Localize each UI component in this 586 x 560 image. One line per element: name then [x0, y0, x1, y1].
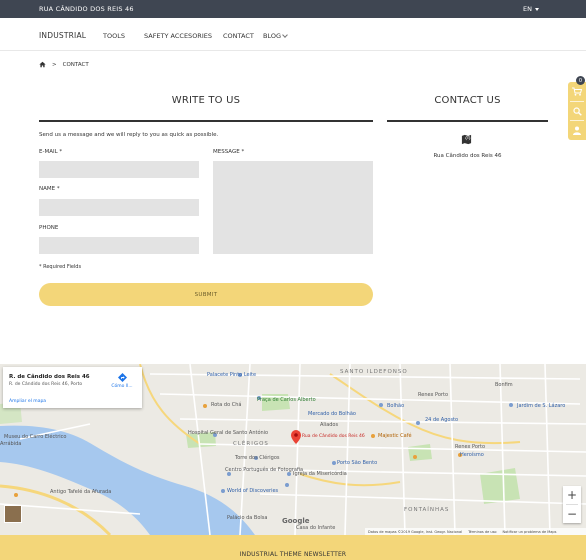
cart-button[interactable] [568, 82, 586, 101]
name-field[interactable] [39, 199, 199, 216]
map-label: Museu do Carro Eléctrico [4, 434, 67, 440]
map-label: Centro Português de Fotografia [225, 467, 304, 473]
map-label: FONTAÍNHAS [404, 507, 450, 513]
divider [387, 120, 548, 122]
name-label: NAME * [39, 186, 60, 192]
map-label: Bolhão [387, 403, 405, 409]
map-label: 24 de Agosto [425, 417, 459, 423]
enlarge-map-link[interactable]: Ampliar el mapa [9, 399, 46, 404]
contact-address: Rua Cândido dos Reis 46 [433, 153, 502, 159]
map-data-credit: Datos de mapas ©2019 Google, Inst. Geogr… [368, 529, 463, 534]
map-attribution: Datos de mapas ©2019 Google, Inst. Geogr… [365, 528, 586, 535]
map-card-subtitle: R. de Cândido dos Reis 46, Porto [9, 382, 83, 387]
map-label: Praça de Carlos Alberto [257, 397, 316, 403]
map-label: Palácio da Bolsa [227, 515, 268, 521]
divider [39, 120, 373, 122]
map-label: Igreja da Misericórdia [293, 471, 347, 477]
side-toolbar [568, 82, 586, 140]
map-label: Rota do Chá [211, 402, 242, 408]
email-label: E-MAIL * [39, 149, 63, 155]
map-label: Renex Porto [455, 444, 486, 450]
map-label: Porto São Bento [337, 460, 378, 466]
chevron-down-icon [282, 32, 288, 38]
map-info-card: R. de Cândido dos Reis 46 R. de Cândido … [3, 367, 142, 408]
submit-button[interactable]: SUBMIT [39, 283, 373, 306]
caret-down-icon [535, 7, 539, 11]
cart-count-badge: 0 [576, 76, 585, 85]
breadcrumb-separator: > [52, 61, 57, 68]
map-label: Majestic Café [378, 433, 412, 439]
form-intro: Send us a message and we will reply to y… [39, 132, 219, 138]
search-icon [572, 107, 582, 116]
home-icon[interactable] [39, 61, 46, 68]
nav-item-blog-label: BLOG [263, 32, 282, 40]
cart-icon [572, 87, 582, 96]
map-label: World of Discoveries [227, 488, 279, 494]
directions-icon [117, 373, 127, 382]
map-label: Hospital Geral de Santo António [188, 430, 269, 436]
zoom-controls: + − [563, 486, 581, 523]
terms-link[interactable]: Términos de uso [468, 530, 496, 534]
newsletter-title: INDUSTRIAL THEME NEWSLETTER [0, 535, 586, 560]
zoom-out-button[interactable]: − [563, 505, 581, 523]
map-label: Arrábida [0, 441, 22, 447]
breadcrumb: > CONTACT [39, 61, 89, 68]
search-button[interactable] [568, 102, 586, 121]
map-label: Heroísmo [460, 452, 484, 458]
site-logo[interactable]: INDUSTRIAL [39, 31, 86, 40]
map-label: SANTO ILDEFONSO [340, 369, 408, 375]
contact-us-title: CONTACT US [434, 95, 501, 106]
nav-item-safety-accesories[interactable]: SAFETY ACCESORIES [144, 32, 212, 40]
directions-button[interactable]: Cómo ll... [110, 373, 134, 389]
zoom-in-button[interactable]: + [563, 486, 581, 504]
top-address: RUA CÂNDIDO DOS REIS 46 [39, 5, 134, 13]
map-label: Jardim de S. Lázaro [517, 403, 566, 409]
phone-field[interactable] [39, 237, 199, 254]
map-label: Mercado do Bolhão [308, 411, 356, 417]
map-pin-icon [461, 134, 472, 145]
map-label: Aliados [320, 422, 339, 428]
breadcrumb-current: CONTACT [62, 61, 89, 68]
map-label: Casa do Infante [296, 525, 336, 531]
phone-label: PHONE [39, 225, 59, 231]
message-field[interactable] [213, 161, 373, 254]
street-view-thumbnail[interactable] [4, 505, 22, 523]
nav-item-tools[interactable]: TOOLS [103, 32, 125, 40]
nav-item-blog[interactable]: BLOG [263, 32, 288, 40]
account-button[interactable] [568, 121, 586, 140]
map-label: Antigo Tafelé da Afurada [50, 489, 112, 495]
required-note: * Required Fields [39, 264, 82, 270]
language-label: EN [523, 5, 532, 13]
user-icon [573, 126, 581, 135]
message-label: MESSAGE * [213, 149, 245, 155]
language-selector[interactable]: EN [523, 5, 539, 13]
map-label: Palacete Pinto Leite [207, 372, 257, 378]
main-nav: INDUSTRIAL TOOLS SAFETY ACCESORIES CONTA… [0, 18, 586, 51]
directions-label: Cómo ll... [111, 384, 133, 389]
nav-item-contact[interactable]: CONTACT [223, 32, 254, 40]
map-label: Bonfim [495, 382, 513, 388]
map-card-title: R. de Cândido dos Reis 46 [9, 374, 90, 380]
map-label: Renex Porto [418, 392, 449, 398]
map-label: Torre dos Clérigos [235, 455, 280, 461]
map-pin-label: Rua de Cândido dos Reis 46 [302, 434, 365, 439]
top-bar: RUA CÂNDIDO DOS REIS 46 EN [0, 0, 586, 18]
email-field[interactable] [39, 161, 199, 178]
map-label: CLÉRIGOS [233, 441, 269, 447]
report-problem-link[interactable]: Notificar un problema de Maps [503, 530, 557, 534]
google-logo: Google [282, 517, 310, 525]
write-to-us-title: WRITE TO US [171, 95, 241, 106]
